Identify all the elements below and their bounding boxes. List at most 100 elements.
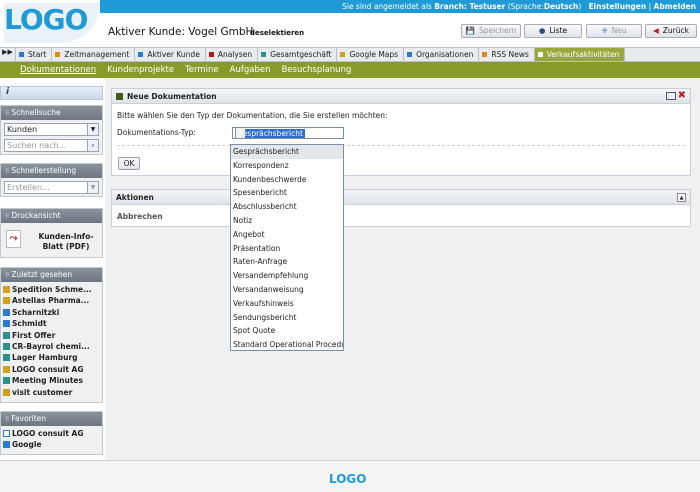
list-item[interactable]: Google	[3, 439, 100, 450]
new-documentation-header: Neue Dokumentation ✖	[112, 89, 690, 104]
pdf-link[interactable]: ⤳ Kunden-Info-Blatt (PDF)	[1, 223, 102, 257]
chevron-down-icon: ▼	[235, 128, 245, 138]
pdf-icon: ⤳	[6, 230, 21, 248]
tab-gesamtgeschaeft[interactable]: Gesamtgeschäft	[258, 48, 338, 61]
tab-scroll-arrows[interactable]: ▶▶	[0, 48, 16, 61]
type-option[interactable]: Sendungsbericht	[231, 311, 343, 325]
recent-item-icon	[3, 365, 10, 373]
subnav-termine[interactable]: Termine	[185, 62, 219, 78]
list-item[interactable]: Schmidt	[3, 318, 100, 329]
rss-icon	[482, 52, 488, 57]
back-button[interactable]: ◀ Zurück	[645, 24, 697, 38]
subnav-dokumentationen[interactable]: Dokumentationen	[20, 62, 96, 78]
divider	[117, 145, 685, 146]
settings-link[interactable]: Einstellungen	[588, 2, 646, 11]
list-item[interactable]: CR-Bayrol chemi...	[3, 341, 100, 352]
chevron-down-icon: ▼	[87, 124, 98, 135]
recent-list: Spedition Schme... Astellas Pharma... Scha…	[1, 282, 102, 400]
recent-item-icon	[3, 331, 10, 339]
tab-start[interactable]: Start	[16, 48, 53, 61]
business-icon	[261, 52, 267, 57]
logout-link[interactable]: Abmelden	[654, 2, 696, 11]
cancel-link[interactable]: Abbrechen	[117, 212, 163, 221]
tab-zeitmanagement[interactable]: Zeitmanagement	[52, 48, 136, 61]
recent-item-icon	[3, 343, 10, 351]
footer: LOGO	[0, 460, 700, 492]
type-option[interactable]: Angebot	[231, 228, 343, 242]
user-strip: Sie sind angemeldet als Branch: Testuser…	[100, 0, 700, 13]
subnav-besuchsplanung[interactable]: Besuchsplanung	[281, 62, 351, 78]
type-option[interactable]: Standard Operational Procedure	[231, 338, 343, 350]
documentation-type-select[interactable]: Gesprächsbericht ▼	[232, 127, 344, 139]
type-label: Dokumentations-Typ:	[117, 128, 196, 137]
quickcreate-select[interactable]: Erstellen... ▼	[4, 181, 99, 194]
list-item[interactable]: visit customer	[3, 387, 100, 398]
tab-verkaufsaktivitaeten[interactable]: Verkaufsaktivitäten	[534, 48, 626, 61]
recent-item-icon	[3, 297, 10, 305]
tab-analysen[interactable]: Analysen	[206, 48, 259, 61]
start-icon	[19, 52, 24, 57]
save-button[interactable]: 💾 Speichern	[461, 24, 521, 38]
organization-icon	[407, 52, 413, 57]
google-icon	[3, 441, 10, 449]
map-icon	[340, 52, 346, 57]
actions-panel: Aktionen ▲ Abbrechen	[111, 189, 691, 227]
type-option[interactable]: Versandanweisung	[231, 283, 343, 297]
close-icon[interactable]: ✖	[678, 91, 686, 101]
list-item[interactable]: LOGO consult AG	[3, 428, 100, 439]
sub-navigation: Dokumentationen Kundenprojekte Termine A…	[0, 62, 700, 78]
tab-rss-news[interactable]: RSS News	[479, 48, 535, 61]
tab-aktiver-kunde[interactable]: Aktiver Kunde	[135, 48, 206, 61]
subnav-aufgaben[interactable]: Aufgaben	[230, 62, 271, 78]
collapse-icon[interactable]: ▲	[677, 193, 686, 202]
save-icon: 💾	[465, 26, 475, 35]
chevron-down-icon: ▼	[87, 182, 98, 193]
type-option[interactable]: Versandempfehlung	[231, 269, 343, 283]
list-button[interactable]: ● Liste	[524, 24, 582, 38]
type-option[interactable]: Spesenbericht	[231, 186, 343, 200]
list-item[interactable]: Astellas Pharma...	[3, 295, 100, 306]
type-option[interactable]: Verkaufshinweis	[231, 297, 343, 311]
document-icon	[116, 93, 123, 100]
clock-icon	[55, 52, 61, 57]
form-icon[interactable]	[665, 92, 676, 100]
info-bar[interactable]: i	[0, 86, 103, 100]
list-item[interactable]: LOGO consult AG	[3, 364, 100, 375]
module-tabs: ▶▶ Start Zeitmanagement Aktiver Kunde An…	[0, 47, 700, 62]
type-option[interactable]: Abschlussbericht	[231, 200, 343, 214]
type-option[interactable]: Präsentation	[231, 242, 343, 256]
list-item[interactable]: Spedition Schme...	[3, 284, 100, 295]
print-panel: Druckansicht ⤳ Kunden-Info-Blatt (PDF)	[0, 208, 103, 258]
type-option[interactable]: Kundenbeschwerde	[231, 173, 343, 187]
subnav-kundenprojekte[interactable]: Kundenprojekte	[107, 62, 174, 78]
quickcreate-header: Schnellerstellung	[1, 164, 102, 178]
favorites-list: LOGO consult AG Google	[1, 426, 102, 453]
sidebar: i Schnellsuche Kunden▼ Suchen nach...⌕ S…	[0, 78, 105, 460]
type-option[interactable]: Korrespondenz	[231, 159, 343, 173]
type-option[interactable]: Gesprächsbericht	[231, 145, 343, 159]
recent-item-icon	[3, 388, 10, 396]
list-item[interactable]: Lager Hamburg	[3, 352, 100, 363]
type-option[interactable]: Raten-Anfrage	[231, 255, 343, 269]
instruction-text: Bitte wählen Sie den Typ der Dokumentati…	[117, 111, 388, 120]
quicksearch-input[interactable]: Suchen nach... ⌕	[4, 139, 99, 152]
tab-google-maps[interactable]: Google Maps	[337, 48, 405, 61]
type-option[interactable]: Spot Quote	[231, 324, 343, 338]
type-option[interactable]: Notiz	[231, 214, 343, 228]
app-logo[interactable]: LOGO	[4, 3, 100, 43]
search-icon[interactable]: ⌕	[87, 140, 98, 151]
recent-item-icon	[3, 377, 10, 385]
active-customer: Aktiver Kunde: Vogel GmbH	[108, 26, 254, 38]
list-item[interactable]: First Offer	[3, 330, 100, 341]
quicksearch-type-select[interactable]: Kunden ▼	[4, 123, 99, 136]
recent-item-icon	[3, 308, 10, 316]
tab-organisationen[interactable]: Organisationen	[404, 48, 480, 61]
list-item[interactable]: Meeting Minutes	[3, 375, 100, 386]
list-item[interactable]: Scharnitzki	[3, 307, 100, 318]
main-content: Neue Dokumentation ✖ Bitte wählen Sie de…	[105, 78, 700, 460]
documentation-type-options: Gesprächsbericht Korrespondenz Kundenbesch…	[230, 144, 344, 351]
deselect-link[interactable]: deselektieren	[250, 29, 304, 37]
new-button[interactable]: ✚ Neu	[586, 24, 642, 38]
ok-button[interactable]: OK	[118, 157, 140, 170]
back-arrow-icon: ◀	[653, 26, 659, 35]
